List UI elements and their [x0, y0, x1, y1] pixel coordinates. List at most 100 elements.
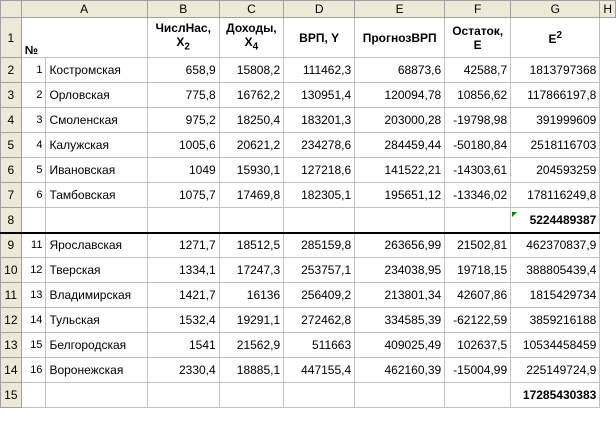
cell-income[interactable]: 19291,1: [218, 307, 285, 333]
cell-residual[interactable]: 21502,81: [444, 232, 512, 258]
cell-number[interactable]: 12: [20, 257, 47, 283]
column-header-f[interactable]: F: [444, 0, 512, 18]
cell-forecast[interactable]: 195651,12: [354, 182, 446, 208]
cell-residual[interactable]: 19718,15: [444, 257, 512, 283]
cell-grp[interactable]: 285159,8: [283, 232, 356, 258]
cell-region[interactable]: Ярославская: [45, 232, 148, 258]
cell-region[interactable]: [45, 382, 148, 408]
cell-number[interactable]: 2: [20, 82, 47, 108]
cell-forecast[interactable]: 284459,44: [354, 132, 446, 158]
cell-residual[interactable]: [444, 207, 512, 234]
select-all-corner[interactable]: [0, 0, 22, 18]
cell-number[interactable]: 4: [20, 132, 47, 158]
cell-residual-squared[interactable]: 204593259: [510, 157, 601, 183]
cell-income[interactable]: 18885,1: [218, 357, 285, 383]
cell-population[interactable]: 1532,4: [146, 307, 220, 333]
cell-income[interactable]: 18250,4: [218, 107, 285, 133]
cell-income[interactable]: [218, 207, 285, 234]
cell-region[interactable]: Владимирская: [45, 282, 148, 308]
row-header[interactable]: 10: [0, 257, 22, 283]
cell-residual[interactable]: -13346,02: [444, 182, 512, 208]
cell-region[interactable]: [45, 207, 148, 234]
cell-region[interactable]: Костромская: [45, 57, 148, 83]
header-population-cell[interactable]: ЧислНас, X2: [146, 17, 220, 58]
column-header-g[interactable]: G: [510, 0, 601, 18]
cell-region[interactable]: Ивановская: [45, 157, 148, 183]
row-header[interactable]: 2: [0, 57, 22, 83]
cell-grp[interactable]: [283, 207, 356, 234]
cell-residual-squared[interactable]: 391999609: [510, 107, 601, 133]
cell-forecast[interactable]: 334585,39: [354, 307, 446, 333]
cell-number[interactable]: [20, 207, 47, 234]
cell-population[interactable]: 2330,4: [146, 357, 220, 383]
column-header-a[interactable]: A: [20, 0, 148, 18]
cell-region[interactable]: Воронежская: [45, 357, 148, 383]
row-header[interactable]: 4: [0, 107, 22, 133]
header-residual-squared-cell[interactable]: E2: [510, 17, 601, 58]
row-header[interactable]: 11: [0, 282, 22, 308]
cell-income[interactable]: 16136: [218, 282, 285, 308]
cell-income[interactable]: 17469,8: [218, 182, 285, 208]
cell-region[interactable]: Тульская: [45, 307, 148, 333]
cell-residual-squared[interactable]: 462370837,9: [510, 232, 601, 258]
cell-residual[interactable]: -50180,84: [444, 132, 512, 158]
cell-population[interactable]: [146, 207, 220, 234]
cell-population[interactable]: 1334,1: [146, 257, 220, 283]
cell-forecast[interactable]: 120094,78: [354, 82, 446, 108]
cell-number[interactable]: 1: [20, 57, 47, 83]
header-number-cell[interactable]: №: [20, 17, 148, 58]
cell-income[interactable]: 15808,2: [218, 57, 285, 83]
cell-population[interactable]: 658,9: [146, 57, 220, 83]
cell-forecast[interactable]: 141522,21: [354, 157, 446, 183]
cell-population[interactable]: 1075,7: [146, 182, 220, 208]
row-header[interactable]: 9: [0, 232, 22, 258]
cell-residual-squared[interactable]: 17285430383: [510, 382, 601, 408]
cell-grp[interactable]: [283, 382, 356, 408]
column-header-e[interactable]: E: [354, 0, 446, 18]
cell-residual-squared[interactable]: 117866197,8: [510, 82, 601, 108]
cell-residual[interactable]: -62122,59: [444, 307, 512, 333]
cell-forecast[interactable]: 68873,6: [354, 57, 446, 83]
column-header-h[interactable]: H: [599, 0, 616, 18]
column-header-d[interactable]: D: [283, 0, 356, 18]
header-income-cell[interactable]: Доходы, X4: [218, 17, 285, 58]
cell-residual[interactable]: -14303,61: [444, 157, 512, 183]
cell-forecast[interactable]: 234038,95: [354, 257, 446, 283]
cell-residual-squared[interactable]: 10534458459: [510, 332, 601, 358]
cell-population[interactable]: 1005,6: [146, 132, 220, 158]
cell-population[interactable]: 975,2: [146, 107, 220, 133]
row-header[interactable]: 15: [0, 382, 22, 408]
cell-grp[interactable]: 234278,6: [283, 132, 356, 158]
row-header[interactable]: 1: [0, 17, 22, 58]
cell-income[interactable]: 20621,2: [218, 132, 285, 158]
cell-forecast[interactable]: [354, 207, 446, 234]
cell-grp[interactable]: 272462,8: [283, 307, 356, 333]
cell-population[interactable]: 1421,7: [146, 282, 220, 308]
cell-population[interactable]: [146, 382, 220, 408]
cell-forecast[interactable]: 213801,34: [354, 282, 446, 308]
cell-region[interactable]: Тверская: [45, 257, 148, 283]
cell-number[interactable]: 6: [20, 182, 47, 208]
cell-grp[interactable]: 256409,2: [283, 282, 356, 308]
cell-residual-squared[interactable]: 1813797368: [510, 57, 601, 83]
cell-residual[interactable]: -19798,98: [444, 107, 512, 133]
cell-forecast[interactable]: [354, 382, 446, 408]
cell-region[interactable]: Орловская: [45, 82, 148, 108]
cell-number[interactable]: 11: [20, 232, 47, 258]
cell-region[interactable]: Тамбовская: [45, 182, 148, 208]
row-header[interactable]: 7: [0, 182, 22, 208]
cell-income[interactable]: 17247,3: [218, 257, 285, 283]
cell-income[interactable]: [218, 382, 285, 408]
cell-population[interactable]: 775,8: [146, 82, 220, 108]
cell-grp[interactable]: 127218,6: [283, 157, 356, 183]
header-forecast-cell[interactable]: ПрогнозВРП: [354, 17, 446, 58]
cell-residual[interactable]: 42588,7: [444, 57, 512, 83]
cell-income[interactable]: 18512,5: [218, 232, 285, 258]
cell-forecast[interactable]: 409025,49: [354, 332, 446, 358]
row-header[interactable]: 5: [0, 132, 22, 158]
cell-forecast[interactable]: 462160,39: [354, 357, 446, 383]
cell-population[interactable]: 1271,7: [146, 232, 220, 258]
cell-residual[interactable]: [444, 382, 512, 408]
cell-residual[interactable]: -15004,99: [444, 357, 512, 383]
cell-population[interactable]: 1541: [146, 332, 220, 358]
